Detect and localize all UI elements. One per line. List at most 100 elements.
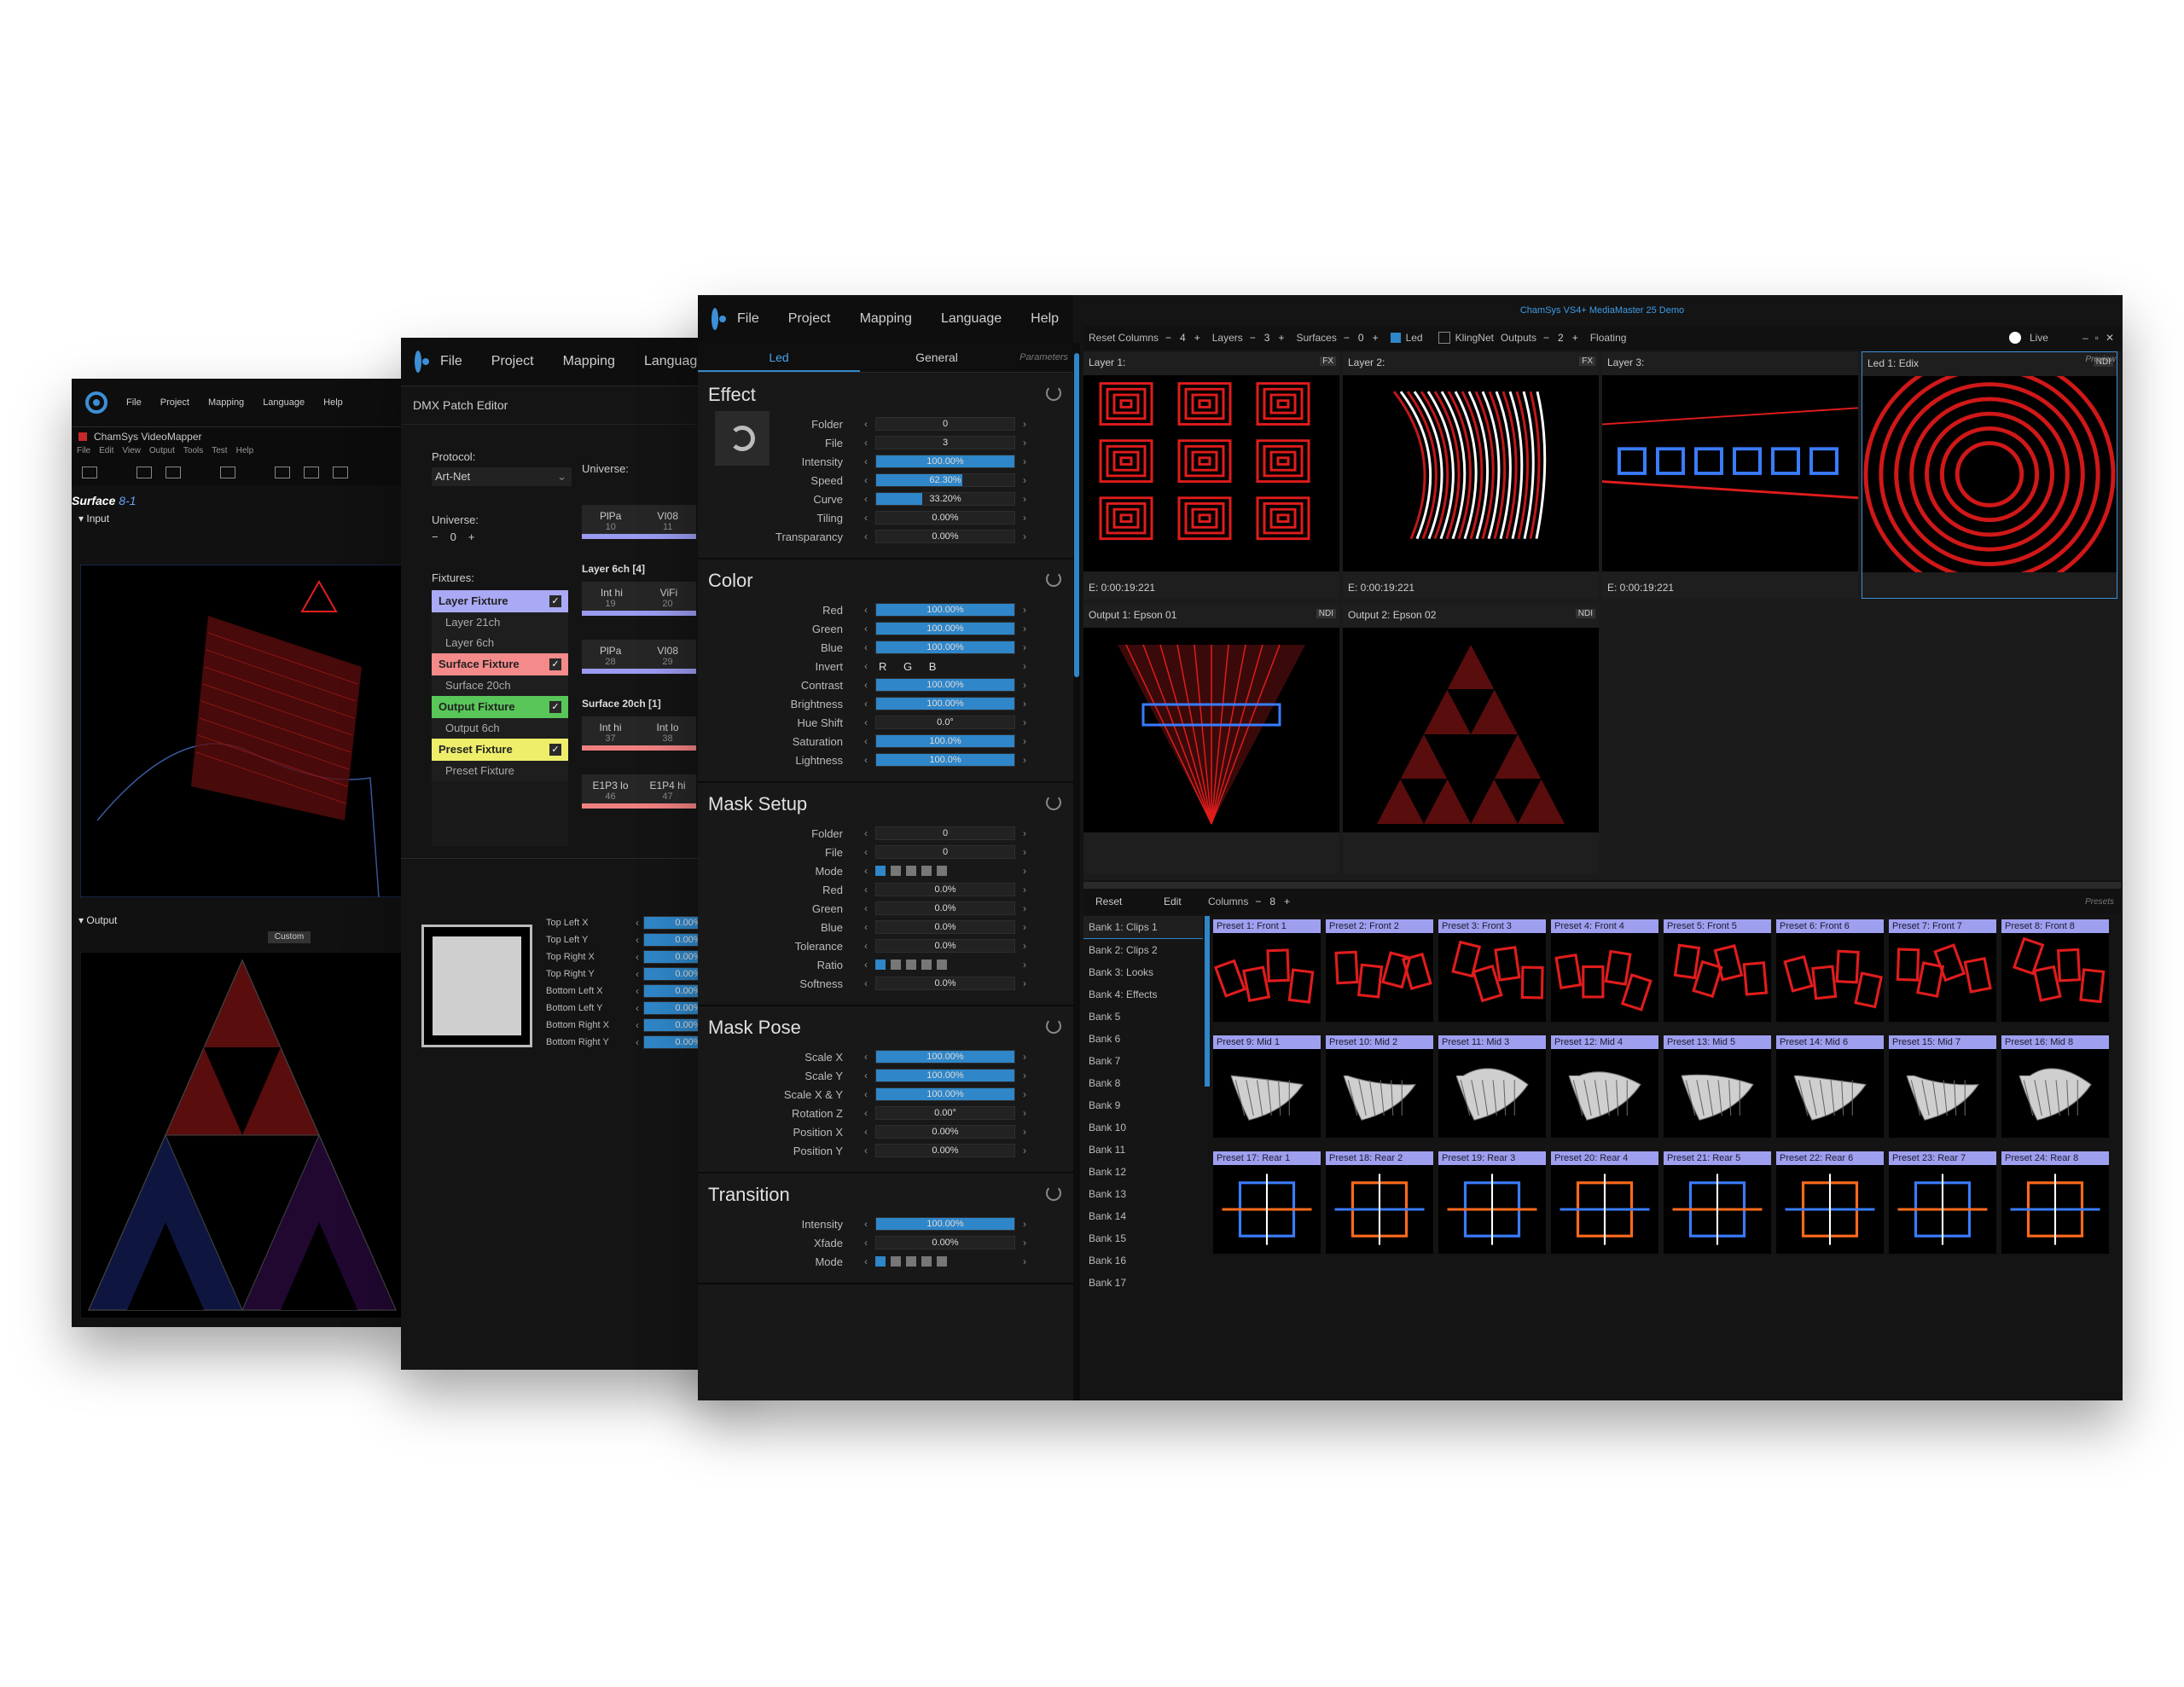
param-slider[interactable]: 100.00% [875,641,1015,654]
mode-icon[interactable] [875,1256,886,1267]
output-canvas[interactable] [80,952,404,1319]
channel-cell[interactable]: PlPa VI08 28 29 [582,640,696,674]
param-slider[interactable]: 100.00% [875,1217,1015,1231]
chevron-left-icon[interactable]: ‹ [860,474,872,486]
preset-thumbnail[interactable]: Preset 12: Mid 4 [1551,1035,1658,1138]
chevron-left-icon[interactable]: ‹ [631,985,643,997]
surfaces-stepper[interactable]: −0 + [1344,332,1379,344]
bank-item[interactable]: Bank 4: Effects [1083,983,1203,1006]
mode-icon[interactable] [906,959,916,970]
mode-icon[interactable] [937,1256,947,1267]
submenu-edit[interactable]: Edit [99,446,113,460]
fixture-1[interactable]: Surface Fixture ✓ [432,653,568,675]
menu-project[interactable]: Project [788,311,831,327]
fixture-0[interactable]: Layer Fixture ✓ [432,590,568,612]
check-icon[interactable]: ✓ [549,658,561,670]
chevron-right-icon[interactable]: › [1019,1088,1031,1100]
chevron-right-icon[interactable]: › [1019,530,1031,542]
mode-icon[interactable] [921,959,932,970]
mode-icon[interactable] [921,866,932,876]
param-slider[interactable]: 0.00% [875,511,1015,525]
universe-stepper[interactable]: − 0 + [432,530,474,543]
param-slider[interactable]: 100.00% [875,1087,1015,1101]
param-slider[interactable]: 100.00% [875,455,1015,468]
param-slider[interactable]: 0.00% [875,1236,1015,1249]
param-slider[interactable]: 0.00% [875,1144,1015,1157]
fixture-sub-item[interactable]: Layer 21ch [432,612,568,633]
menu-mapping[interactable]: Mapping [208,397,244,408]
menu-file[interactable]: File [126,397,142,408]
preset-thumbnail[interactable]: Preset 9: Mid 1 [1213,1035,1321,1138]
chevron-left-icon[interactable]: ‹ [860,1051,872,1063]
param-slider[interactable]: 100.00% [875,603,1015,617]
bank-item[interactable]: Bank 13 [1083,1183,1203,1205]
chevron-left-icon[interactable]: ‹ [860,493,872,505]
tab-general[interactable]: General [860,343,1014,372]
menu-file[interactable]: File [737,311,759,327]
output-cell[interactable]: Output 2: Epson 02 NDI [1343,604,1599,873]
chevron-left-icon[interactable]: ‹ [631,1036,643,1048]
presets-reset-button[interactable]: Reset [1095,896,1147,907]
chevron-right-icon[interactable]: › [1019,735,1031,747]
chevron-right-icon[interactable]: › [1019,679,1031,691]
submenu-help[interactable]: Help [236,446,254,460]
menu-file[interactable]: File [440,354,462,369]
tool-scale-icon[interactable] [333,467,348,478]
param-slider[interactable]: 0.00° [875,1106,1015,1120]
mode-icon[interactable] [891,959,901,970]
reset-icon[interactable] [1046,386,1061,401]
mode-icon[interactable] [875,866,886,876]
close-icon[interactable]: ✕ [2106,332,2114,344]
param-mode-buttons[interactable] [875,865,1015,877]
chevron-right-icon[interactable]: › [1019,940,1031,952]
output-cell[interactable]: Output 1: Epson 01 NDI [1083,604,1339,873]
bank-item[interactable]: Bank 1: Clips 1 [1083,916,1203,939]
chevron-right-icon[interactable]: › [1019,716,1031,728]
preset-thumbnail[interactable]: Preset 6: Front 6 [1776,919,1884,1022]
preset-thumbnail[interactable]: Preset 14: Mid 6 [1776,1035,1884,1138]
preset-thumbnail[interactable]: Preset 13: Mid 5 [1664,1035,1771,1138]
bank-item[interactable]: Bank 15 [1083,1227,1203,1249]
preset-thumbnail[interactable]: Preset 22: Rear 6 [1776,1151,1884,1254]
param-slider[interactable]: 0 [875,417,1015,431]
mode-icon[interactable] [875,959,886,970]
chevron-left-icon[interactable]: ‹ [860,735,872,747]
chevron-left-icon[interactable]: ‹ [631,968,643,980]
chevron-left-icon[interactable]: ‹ [860,679,872,691]
preset-thumbnail[interactable]: Preset 8: Front 8 [2001,919,2109,1022]
chevron-right-icon[interactable]: › [1019,474,1031,486]
layer-cell[interactable]: Layer 1: FX E: 0:00:19:221 [1083,351,1339,599]
chevron-right-icon[interactable]: › [1019,623,1031,635]
preset-thumbnail[interactable]: Preset 19: Rear 3 [1438,1151,1546,1254]
check-icon[interactable]: ✓ [549,595,561,607]
output-preview[interactable] [1343,628,1599,832]
chevron-right-icon[interactable]: › [1019,455,1031,467]
layers-stepper[interactable]: −3 + [1250,332,1285,344]
preset-thumbnail[interactable]: Preset 23: Rear 7 [1889,1151,1996,1254]
chevron-left-icon[interactable]: ‹ [860,940,872,952]
chevron-left-icon[interactable]: ‹ [860,959,872,971]
preset-thumbnail[interactable]: Preset 2: Front 2 [1326,919,1433,1022]
tool-grid-icon[interactable] [220,467,235,478]
reset-icon[interactable] [1046,571,1061,587]
param-slider[interactable]: 0.00% [875,1125,1015,1139]
layer-cell[interactable]: Layer 3: E: 0:00:19:221 [1602,351,1858,599]
chevron-left-icon[interactable]: ‹ [860,902,872,914]
mode-icon[interactable] [891,1256,901,1267]
chevron-left-icon[interactable]: ‹ [860,827,872,839]
mode-icon[interactable] [921,1256,932,1267]
layer-preview[interactable] [1083,375,1339,571]
output-preview[interactable] [1083,628,1339,832]
output-section-header[interactable]: ▾ Output [78,914,117,926]
chevron-left-icon[interactable]: ‹ [631,917,643,929]
fixture-sub-item[interactable]: Output 6ch [432,718,568,739]
fixture-sub-item[interactable]: Layer 6ch [432,633,568,653]
chevron-left-icon[interactable]: ‹ [860,846,872,858]
chevron-left-icon[interactable]: ‹ [860,921,872,933]
chevron-right-icon[interactable]: › [1019,921,1031,933]
live-toggle[interactable] [2008,332,2021,344]
menu-language[interactable]: Language [263,397,305,408]
menu-language[interactable]: Language [941,311,1002,327]
param-slider[interactable]: 100.00% [875,1050,1015,1064]
bank-item[interactable]: Bank 16 [1083,1249,1203,1272]
